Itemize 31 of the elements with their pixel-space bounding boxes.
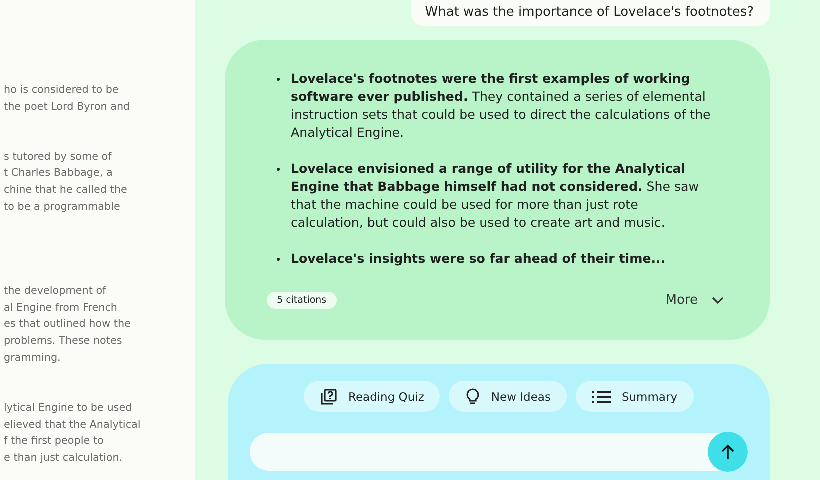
- paragraph-line: al Engine from French: [4, 300, 118, 316]
- answer-bullet: Lovelace's insights were so far ahead of their time...: [275, 250, 711, 268]
- paragraph-line: t Charles Babbage, a: [4, 166, 113, 182]
- list-icon: [592, 390, 612, 404]
- more-button[interactable]: More: [666, 293, 724, 308]
- paragraph-line: the development of: [4, 284, 106, 299]
- paragraph-line: the poet Lord Byron and: [4, 100, 130, 115]
- quiz-icon: [320, 388, 338, 406]
- citations-chip[interactable]: 5 citations: [267, 292, 337, 309]
- answer-bullet: Lovelace envisioned a range of utility for the Analytical Engine that Babbage himself had not considered. She saw that the machine could be used for more than just rote calculation, but could also be used to create art and music.: [275, 160, 711, 232]
- send-button[interactable]: [708, 432, 748, 472]
- paragraph-line: problems. These notes: [4, 334, 122, 350]
- paragraph-line: to be a programmable: [4, 200, 120, 215]
- message-input[interactable]: [250, 433, 748, 471]
- paragraph-line: ho is considered to be: [4, 83, 119, 98]
- paragraph-line: e than just calculation.: [4, 451, 123, 466]
- paragraph-line: elieved that the Analytical: [4, 418, 141, 433]
- suggestion-chip[interactable]: New Ideas: [449, 381, 567, 412]
- chevron-down-icon: [712, 296, 724, 304]
- question-bubble: What was the importance of Lovelace's footnotes?: [411, 0, 770, 26]
- lightbulb-icon: [465, 388, 482, 406]
- suggestion-chip[interactable]: Reading Quiz: [304, 381, 440, 412]
- paragraph-line: s tutored by some of: [4, 150, 112, 165]
- paragraph-line: es that outlined how the: [4, 317, 131, 332]
- suggestion-chip[interactable]: Summary: [576, 381, 694, 412]
- paragraph-line: gramming.: [4, 350, 61, 366]
- paragraph-line: chine that he called the: [4, 183, 128, 198]
- paragraph-line: lytical Engine to be used: [4, 400, 132, 416]
- answer-bullet: Lovelace's footnotes were the first examples of working software ever published. They contained a series of elemental instruction sets that could be used to direct the calculations of the Analytical Engine.: [275, 70, 711, 142]
- paragraph-line: f the first people to: [4, 434, 104, 450]
- arrow-up-icon: [721, 444, 735, 460]
